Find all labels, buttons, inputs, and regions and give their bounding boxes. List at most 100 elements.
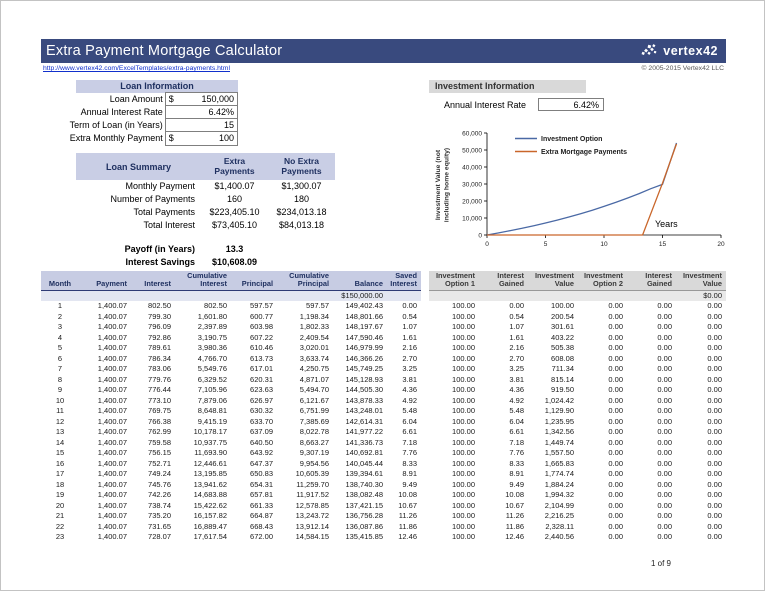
table-cell: 0.00 (578, 469, 627, 480)
table-cell (131, 290, 175, 301)
table-cell: 6.04 (479, 417, 528, 428)
table-cell: 2,397.89 (175, 322, 231, 333)
column-gap (421, 480, 429, 491)
table-cell: 7.18 (479, 438, 528, 449)
table-cell: 6 (41, 354, 79, 365)
column-gap (421, 501, 429, 512)
table-cell: 11.86 (387, 522, 421, 533)
table-cell: 100.00 (429, 459, 479, 470)
table-cell: 783.06 (131, 364, 175, 375)
col-header-investment-option1: Investment Option 1 (429, 271, 479, 290)
table-cell: 7,105.96 (175, 385, 231, 396)
chart-axes: 010,00020,00030,00040,00050,00060,000051… (462, 130, 725, 248)
table-cell: 0.00 (676, 438, 726, 449)
table-cell: 711.34 (528, 364, 578, 375)
table-cell: 100.00 (429, 354, 479, 365)
table-cell (231, 290, 277, 301)
table-cell: 0.00 (627, 532, 676, 543)
table-cell: 8,663.27 (277, 438, 333, 449)
table-cell: 0.00 (627, 301, 676, 312)
table-cell: 8,022.78 (277, 427, 333, 438)
table-cell: 799.30 (131, 312, 175, 323)
table-cell: 11 (41, 406, 79, 417)
table-cell: 7,879.06 (175, 396, 231, 407)
initial-balance-row: $150,000.00$0.00 (41, 290, 726, 301)
loan-term-value: 15 (181, 120, 237, 130)
table-cell: 1,400.07 (79, 406, 131, 417)
table-cell: 100.00 (429, 448, 479, 459)
table-cell: 136,087.86 (333, 522, 387, 533)
table-cell: 301.61 (528, 322, 578, 333)
svg-text:0: 0 (485, 241, 489, 248)
table-cell: 3.25 (479, 364, 528, 375)
table-cell: 17,617.54 (175, 532, 231, 543)
table-cell: 617.01 (231, 364, 277, 375)
svg-text:20: 20 (717, 241, 725, 248)
table-cell: 603.98 (231, 322, 277, 333)
amortization-row: 201,400.07738.7415,422.62661.3312,578.85… (41, 501, 726, 512)
table-cell: 0.00 (676, 480, 726, 491)
table-cell: 11,693.90 (175, 448, 231, 459)
table-cell: 1,400.07 (79, 532, 131, 543)
table-cell: 3 (41, 322, 79, 333)
table-cell: 138,740.30 (333, 480, 387, 491)
col-header-month: Month (41, 271, 79, 290)
summary-value: $223,405.10 (201, 206, 268, 219)
table-cell: 8.33 (479, 459, 528, 470)
table-cell: 1,665.83 (528, 459, 578, 470)
legend-label-extra-mortgage: Extra Mortgage Payments (541, 149, 627, 156)
table-cell: 1.07 (479, 322, 528, 333)
table-cell: 1,342.56 (528, 427, 578, 438)
table-cell: 0.00 (578, 396, 627, 407)
svg-text:60,000: 60,000 (462, 130, 482, 137)
table-cell: 100.00 (429, 438, 479, 449)
table-cell: 600.77 (231, 312, 277, 323)
table-cell: 0.00 (578, 522, 627, 533)
column-gap (421, 438, 429, 449)
col-header-payment: Payment (79, 271, 131, 290)
table-cell: 0.00 (578, 375, 627, 386)
svg-text:10,000: 10,000 (462, 215, 482, 222)
table-cell: 650.83 (231, 469, 277, 480)
column-gap (421, 271, 429, 290)
initial-balance-cell: $150,000.00 (333, 290, 387, 301)
table-cell: 100.00 (429, 396, 479, 407)
table-cell: 762.99 (131, 427, 175, 438)
table-cell: 0.00 (676, 396, 726, 407)
table-cell: 100.00 (429, 333, 479, 344)
table-cell: 0.00 (578, 490, 627, 501)
table-cell: 759.58 (131, 438, 175, 449)
template-url-link[interactable]: http://www.vertex42.com/ExcelTemplates/e… (43, 65, 230, 72)
table-cell: 144,505.30 (333, 385, 387, 396)
table-cell: 4,871.07 (277, 375, 333, 386)
investment-rate-input[interactable]: 6.42% (538, 98, 604, 111)
table-cell: 146,979.99 (333, 343, 387, 354)
column-gap (421, 375, 429, 386)
loan-information-section: Loan Information Loan Amount $ 150,000 A… (41, 80, 238, 145)
investment-chart: 010,00020,00030,00040,00050,00060,000051… (431, 125, 728, 263)
table-cell: 613.73 (231, 354, 277, 365)
table-cell: 1,400.07 (79, 501, 131, 512)
amortization-row: 181,400.07745.7613,941.62654.3111,259.70… (41, 480, 726, 491)
table-cell: 1,400.07 (79, 364, 131, 375)
summary-label: Number of Payments (76, 193, 201, 206)
table-cell: 647.37 (231, 459, 277, 470)
table-cell: 143,878.33 (333, 396, 387, 407)
table-cell: 8.91 (387, 469, 421, 480)
table-cell: 3.81 (479, 375, 528, 386)
extra-payment-input[interactable]: $ 100 (165, 131, 238, 146)
table-cell: 141,336.73 (333, 438, 387, 449)
table-cell: 0.00 (676, 459, 726, 470)
table-cell: 1,129.90 (528, 406, 578, 417)
table-cell: 2,440.56 (528, 532, 578, 543)
table-cell: 3.81 (387, 375, 421, 386)
table-cell: 1,400.07 (79, 301, 131, 312)
table-cell: 1,400.07 (79, 312, 131, 323)
currency-prefix: $ (166, 94, 181, 104)
summary-label: Total Interest (76, 219, 201, 232)
table-cell: 919.50 (528, 385, 578, 396)
column-gap (421, 417, 429, 428)
table-cell: 0.00 (676, 417, 726, 428)
table-cell: 0.00 (676, 364, 726, 375)
loan-summary-section: Loan Summary Extra Payments No Extra Pay… (76, 153, 335, 269)
